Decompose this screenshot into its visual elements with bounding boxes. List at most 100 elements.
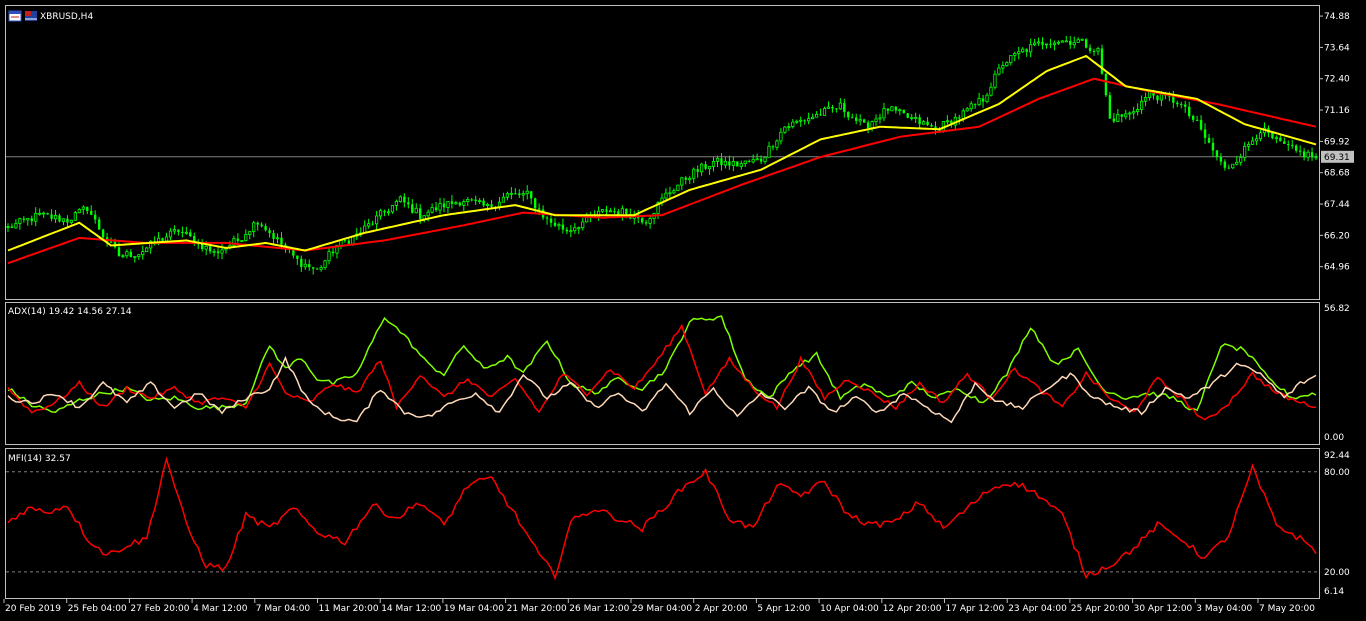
candle[interactable]	[1025, 48, 1028, 57]
candle[interactable]	[1243, 142, 1247, 162]
candle[interactable]	[945, 115, 949, 125]
candle[interactable]	[1310, 147, 1314, 161]
candle[interactable]	[268, 227, 271, 238]
candle[interactable]	[918, 114, 921, 129]
trading-chart[interactable]: 74.88 73.64 72.40 71.16 69.92 68.68 67.44 66.20…	[0, 0, 1366, 621]
candle[interactable]	[93, 210, 97, 224]
candle[interactable]	[600, 209, 605, 213]
candle[interactable]	[1036, 37, 1041, 46]
candle[interactable]	[1235, 156, 1239, 166]
candle[interactable]	[1195, 115, 1199, 121]
candle[interactable]	[26, 217, 30, 226]
candle[interactable]	[771, 144, 775, 151]
candle[interactable]	[505, 191, 510, 201]
candle[interactable]	[826, 101, 831, 109]
candle[interactable]	[632, 210, 636, 225]
candle[interactable]	[42, 211, 46, 218]
candle[interactable]	[807, 112, 811, 125]
candle[interactable]	[577, 226, 581, 234]
candle[interactable]	[1041, 37, 1044, 50]
candle[interactable]	[474, 195, 477, 205]
candle[interactable]	[1124, 109, 1128, 120]
candle[interactable]	[1294, 144, 1298, 153]
candle[interactable]	[613, 207, 616, 215]
candle[interactable]	[680, 176, 684, 191]
candle[interactable]	[890, 105, 894, 112]
candle[interactable]	[264, 223, 267, 232]
candle[interactable]	[902, 109, 905, 114]
candle[interactable]	[882, 102, 886, 122]
candle[interactable]	[1108, 91, 1112, 120]
candle[interactable]	[1207, 133, 1211, 144]
candle[interactable]	[1128, 111, 1132, 121]
candle[interactable]	[168, 228, 173, 240]
candle[interactable]	[442, 198, 446, 213]
slow-moving-average-line[interactable]	[7, 77, 1317, 265]
candle[interactable]	[553, 218, 557, 228]
candle[interactable]	[1227, 164, 1231, 169]
candle[interactable]	[61, 218, 66, 226]
candle[interactable]	[1223, 159, 1227, 171]
candle[interactable]	[212, 248, 216, 257]
candle[interactable]	[795, 119, 799, 124]
candle[interactable]	[50, 209, 53, 222]
candle[interactable]	[728, 155, 731, 170]
candle[interactable]	[30, 215, 33, 226]
candle[interactable]	[121, 254, 125, 259]
candle[interactable]	[375, 210, 379, 230]
candle[interactable]	[866, 120, 870, 134]
candle[interactable]	[1215, 149, 1219, 161]
candle[interactable]	[371, 220, 374, 226]
candle[interactable]	[605, 205, 608, 216]
candle[interactable]	[1254, 134, 1259, 146]
candle[interactable]	[1143, 92, 1148, 107]
candle[interactable]	[458, 201, 462, 207]
candle[interactable]	[6, 223, 10, 233]
candle[interactable]	[244, 229, 248, 242]
candle[interactable]	[501, 192, 506, 203]
candle[interactable]	[1104, 73, 1108, 97]
candle[interactable]	[363, 220, 367, 234]
candle[interactable]	[1258, 129, 1263, 142]
candle[interactable]	[973, 103, 977, 109]
candle[interactable]	[248, 231, 252, 240]
candle[interactable]	[454, 200, 458, 205]
candle[interactable]	[383, 209, 386, 217]
candle[interactable]	[910, 114, 914, 121]
candle[interactable]	[529, 191, 533, 205]
candle[interactable]	[90, 205, 93, 216]
candle[interactable]	[886, 108, 890, 115]
candle[interactable]	[1187, 101, 1191, 119]
candle[interactable]	[1306, 149, 1310, 162]
candle[interactable]	[101, 228, 105, 239]
candle[interactable]	[177, 229, 180, 236]
candle[interactable]	[1112, 112, 1116, 123]
candle[interactable]	[1096, 46, 1100, 56]
candle[interactable]	[69, 219, 74, 225]
candle[interactable]	[696, 165, 699, 178]
candle[interactable]	[1100, 44, 1104, 75]
candle[interactable]	[648, 215, 652, 229]
candle[interactable]	[66, 215, 69, 227]
price-plot[interactable]	[6, 35, 1318, 275]
candle[interactable]	[640, 216, 644, 225]
candle[interactable]	[172, 225, 177, 235]
candle[interactable]	[930, 123, 933, 128]
candle[interactable]	[1001, 61, 1005, 74]
candle[interactable]	[1156, 95, 1159, 104]
candle[interactable]	[748, 159, 751, 163]
candle[interactable]	[407, 197, 410, 209]
candle[interactable]	[608, 208, 613, 213]
candle[interactable]	[141, 245, 145, 260]
candle[interactable]	[1021, 47, 1025, 53]
candle[interactable]	[700, 162, 704, 176]
candle[interactable]	[153, 236, 156, 246]
candle[interactable]	[81, 205, 85, 215]
candle[interactable]	[343, 239, 347, 243]
candle[interactable]	[77, 208, 81, 214]
candle[interactable]	[236, 233, 240, 243]
candle[interactable]	[736, 161, 739, 167]
candle[interactable]	[73, 210, 77, 221]
adx-main-line[interactable]	[7, 315, 1317, 413]
candle[interactable]	[561, 218, 565, 234]
